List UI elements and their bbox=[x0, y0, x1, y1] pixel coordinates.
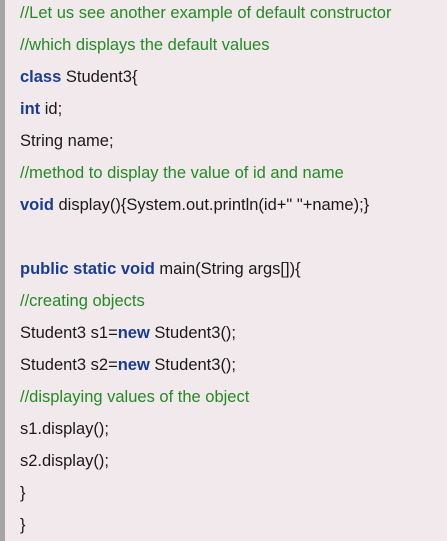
code-line-close-class: } bbox=[20, 516, 26, 534]
display-method-text: display(){System.out.println(id+" "+name… bbox=[53, 196, 370, 214]
code-line-create-s2: Student3 s2=new Student3(); bbox=[20, 354, 236, 376]
code-line-comment-displaying: //displaying values of the object bbox=[20, 388, 250, 406]
s2-constructor-text: Student3(); bbox=[149, 356, 237, 374]
field-id-text: id; bbox=[40, 100, 63, 118]
class-name-text: Student3{ bbox=[61, 68, 138, 86]
code-line-comment-creating: //creating objects bbox=[20, 292, 145, 310]
keyword-class: class bbox=[20, 68, 62, 86]
code-line-string-name: String name; bbox=[20, 132, 114, 150]
code-line-s1-display: s1.display(); bbox=[20, 420, 109, 438]
s1-declaration-text: Student3 s1= bbox=[20, 324, 118, 342]
code-line-comment-1: //Let us see another example of default … bbox=[20, 4, 392, 22]
code-line-create-s1: Student3 s1=new Student3(); bbox=[20, 322, 236, 344]
code-line-comment-method: //method to display the value of id and … bbox=[20, 164, 344, 182]
keyword-int: int bbox=[20, 100, 41, 118]
code-line-class-declaration: class Student3{ bbox=[20, 66, 137, 88]
code-line-s2-display: s2.display(); bbox=[20, 452, 109, 470]
s1-constructor-text: Student3(); bbox=[149, 324, 237, 342]
keyword-new: new bbox=[117, 324, 150, 342]
code-line-comment-2: //which displays the default values bbox=[20, 36, 270, 54]
code-line-close-main: } bbox=[20, 484, 26, 502]
keyword-public-static-void: public static void bbox=[20, 260, 155, 278]
code-line-main-method: public static void main(String args[]){ bbox=[20, 258, 301, 280]
keyword-void: void bbox=[20, 196, 54, 214]
keyword-new: new bbox=[117, 356, 150, 374]
code-line-int-id: int id; bbox=[20, 98, 62, 120]
main-method-text: main(String args[]){ bbox=[154, 260, 301, 278]
s2-declaration-text: Student3 s2= bbox=[20, 356, 118, 374]
code-line-display-method: void display(){System.out.println(id+" "… bbox=[20, 194, 369, 216]
code-snippet-block: //Let us see another example of default … bbox=[0, 0, 447, 541]
